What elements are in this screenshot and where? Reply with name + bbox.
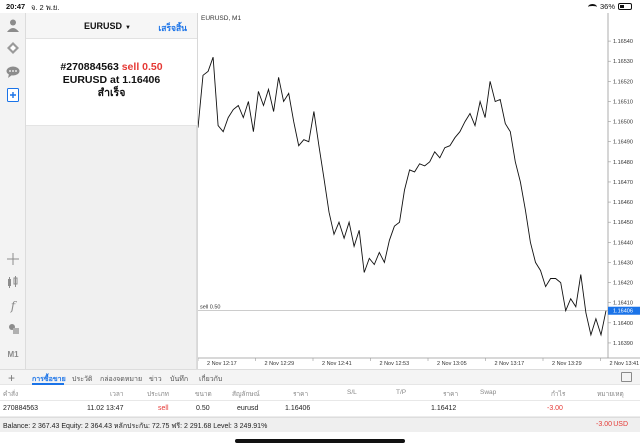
- panel-empty-area: [26, 126, 197, 369]
- chat-icon[interactable]: [5, 64, 21, 80]
- y-tick-label: 1.16430: [613, 260, 633, 266]
- total-profit: -3.00: [596, 421, 612, 428]
- x-tick-label: 2 Nov 12:17: [207, 361, 237, 367]
- home-indicator: [235, 439, 405, 443]
- account-currency: USD: [613, 421, 628, 428]
- y-tick-label: 1.16390: [613, 341, 633, 347]
- symbol-selector[interactable]: EURUSD ▼: [84, 21, 131, 31]
- done-button[interactable]: เสร็จสิ้น: [158, 21, 187, 35]
- y-tick-label: 1.16420: [613, 281, 633, 287]
- window-icon[interactable]: [621, 372, 632, 382]
- wifi-icon: [587, 3, 597, 10]
- row-order: 270884563: [3, 405, 39, 412]
- y-tick-label: 1.16450: [613, 220, 633, 226]
- x-tick-label: 2 Nov 12:53: [380, 361, 410, 367]
- col-price: ราคา: [293, 391, 309, 398]
- battery-percent: 36%: [599, 2, 615, 11]
- status-right: 36%: [587, 2, 632, 11]
- trade-table-header: คำสั่ง เวลา ประเภท ขนาด สัญลักษณ์ ราคา S…: [0, 385, 640, 401]
- status-bar: 20:47 จ. 2 พ.ย. 36%: [0, 0, 640, 13]
- order-ticket: #270884563: [60, 61, 119, 73]
- y-tick-label: 1.16530: [613, 59, 633, 65]
- panel-header: EURUSD ▼ เสร็จสิ้น: [26, 13, 197, 39]
- order-result-panel: EURUSD ▼ เสร็จสิ้น #270884563 sell 0.50 E…: [26, 13, 197, 126]
- row-profit: -3.00: [547, 405, 563, 412]
- price-series-line: [197, 57, 607, 337]
- y-tick-label: 1.16520: [613, 79, 633, 85]
- tab-journal[interactable]: บันทึก: [170, 374, 188, 385]
- tab-about[interactable]: เกี่ยวกับ: [199, 374, 222, 385]
- order-line-label: sell 0.50: [200, 305, 221, 311]
- order-result-message: #270884563 sell 0.50 EURUSD at 1.16406 ส…: [26, 61, 197, 100]
- tab-news[interactable]: ข่าว: [149, 374, 162, 385]
- order-symbol-at: EURUSD at: [62, 74, 120, 86]
- chart-title: EURUSD, M1: [201, 15, 242, 22]
- profile-icon[interactable]: [5, 17, 21, 33]
- battery-icon: [618, 3, 632, 10]
- y-tick-label: 1.16480: [613, 160, 633, 166]
- timeframe-button[interactable]: M1: [5, 346, 21, 362]
- col-size: ขนาด: [195, 391, 212, 398]
- y-tick-label: 1.16500: [613, 120, 633, 126]
- crosshair-icon[interactable]: [5, 251, 21, 267]
- order-side: sell 0.50: [121, 61, 163, 73]
- col-tp: T/P: [396, 389, 407, 396]
- row-symbol: eurusd: [237, 405, 259, 412]
- x-tick-label: 2 Nov 12:29: [265, 361, 295, 367]
- balance-summary: Balance: 2 367.43 Equity: 2 364.43 หลักป…: [3, 423, 268, 430]
- order-price: 1.16406: [122, 74, 161, 86]
- col-type: ประเภท: [147, 391, 169, 398]
- order-status: สำเร็จ: [97, 87, 126, 99]
- row-type: sell: [158, 405, 169, 412]
- col-profit: กำไร: [551, 391, 566, 398]
- x-tick-label: 2 Nov 13:29: [552, 361, 582, 367]
- col-swap: Swap: [480, 389, 497, 396]
- col-order: คำสั่ง: [3, 391, 19, 398]
- status-time: 20:47: [6, 2, 26, 11]
- terminal-tabs: + การซื้อขาย ประวัติ กล่องจดหมาย ข่าว บั…: [0, 369, 640, 385]
- col-comment: หมายเหตุ: [597, 391, 624, 398]
- y-tick-label: 1.16490: [613, 140, 633, 146]
- y-tick-label: 1.16470: [613, 180, 633, 186]
- table-row[interactable]: 270884563 11.02 13:47 sell 0.50 eurusd 1…: [0, 401, 640, 417]
- col-symbol: สัญลักษณ์: [232, 391, 260, 398]
- x-tick-label: 2 Nov 13:41: [610, 361, 640, 367]
- chart-canvas[interactable]: 1.16540 1.16530 1.16520 1.16510 1.16500 1.164…: [197, 13, 640, 369]
- row-time: 11.02 13:47: [87, 405, 124, 412]
- x-tick-label: 2 Nov 13:05: [437, 361, 467, 367]
- col-current-price: ราคา: [443, 391, 459, 398]
- col-sl: S/L: [347, 389, 357, 396]
- tab-history[interactable]: ประวัติ: [72, 374, 92, 385]
- balance-bar: Balance: 2 367.43 Equity: 2 364.43 หลักป…: [0, 417, 640, 432]
- function-icon[interactable]: f: [5, 298, 21, 314]
- new-order-icon[interactable]: [5, 87, 21, 103]
- y-tick-label: 1.16410: [613, 301, 633, 307]
- price-chart[interactable]: EURUSD, M1 1.16540 1.16530 1.16520 1.16510 1…: [197, 13, 640, 369]
- objects-icon[interactable]: [5, 321, 21, 337]
- x-tick-label: 2 Nov 13:17: [495, 361, 525, 367]
- row-current-price: 1.16412: [431, 405, 457, 412]
- y-tick-label: 1.16460: [613, 200, 633, 206]
- price-tag-label: 1.16406: [613, 309, 633, 315]
- signals-icon[interactable]: [5, 40, 21, 56]
- y-tick-label: 1.16400: [613, 321, 633, 327]
- row-size: 0.50: [196, 405, 210, 412]
- row-price: 1.16406: [285, 405, 311, 412]
- indicators-icon[interactable]: [5, 274, 21, 290]
- caret-down-icon: ▼: [125, 25, 131, 31]
- x-tick-label: 2 Nov 12:41: [322, 361, 352, 367]
- add-icon[interactable]: +: [8, 371, 15, 385]
- tab-mailbox[interactable]: กล่องจดหมาย: [100, 374, 142, 385]
- left-toolbar: f M1: [0, 13, 26, 369]
- y-tick-label: 1.16540: [613, 39, 633, 45]
- symbol-name: EURUSD: [84, 21, 123, 31]
- y-tick-label: 1.16440: [613, 240, 633, 246]
- y-tick-label: 1.16510: [613, 99, 633, 105]
- col-time: เวลา: [110, 391, 124, 398]
